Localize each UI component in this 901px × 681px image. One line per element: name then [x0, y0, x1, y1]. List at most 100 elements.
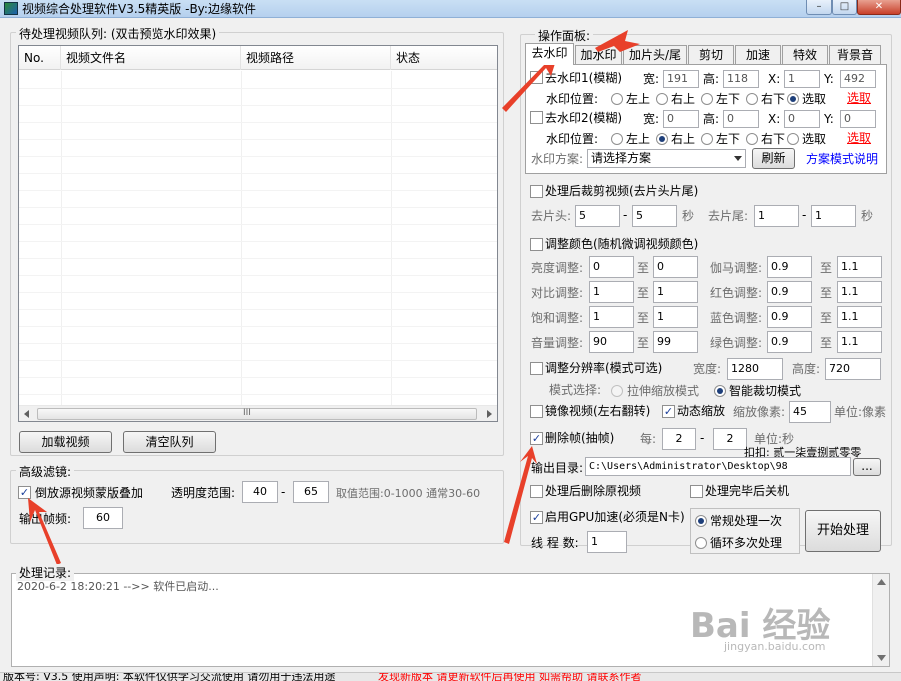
- mode-crop-radio[interactable]: [714, 385, 726, 397]
- browse-button[interactable]: ...: [853, 458, 881, 476]
- color-checkbox[interactable]: [530, 238, 543, 251]
- wm1-pos-bottom-right[interactable]: [746, 93, 758, 105]
- log-scrollbar[interactable]: [872, 574, 889, 666]
- scroll-right-icon[interactable]: [484, 409, 494, 419]
- every-from-input[interactable]: 2: [662, 428, 696, 450]
- color-left-to-input[interactable]: 99: [653, 331, 698, 353]
- col-no[interactable]: No.: [19, 46, 61, 70]
- wm1-h-input[interactable]: 118: [723, 70, 759, 88]
- wm1-pos-top-left[interactable]: [611, 93, 623, 105]
- load-video-button[interactable]: 加载视频: [19, 431, 112, 453]
- fps-input[interactable]: 60: [83, 507, 123, 529]
- minimize-button[interactable]: –: [806, 0, 832, 15]
- col-filename[interactable]: 视频文件名: [61, 46, 241, 70]
- shutdown-checkbox[interactable]: [690, 485, 703, 498]
- wm1-checkbox[interactable]: [530, 71, 543, 84]
- start-button[interactable]: 开始处理: [805, 510, 881, 552]
- color-left-to-input[interactable]: 1: [653, 306, 698, 328]
- wm1-pick-link[interactable]: 选取: [847, 90, 871, 106]
- zoom-pixel-label: 缩放像素:: [733, 405, 786, 419]
- horizontal-scrollbar[interactable]: III: [19, 405, 497, 421]
- trim-checkbox[interactable]: [530, 185, 543, 198]
- tail-from-input[interactable]: 1: [754, 205, 799, 227]
- threads-input[interactable]: 1: [587, 531, 627, 553]
- mode-crop-label: 智能裁切模式: [729, 384, 802, 398]
- res-width-input[interactable]: 1280: [727, 358, 783, 380]
- tab-cut[interactable]: 剪切: [688, 45, 734, 64]
- mode-stretch-radio[interactable]: [611, 385, 623, 397]
- opacity-dash: -: [281, 485, 286, 499]
- wm2-pos-bottom-left[interactable]: [701, 133, 713, 145]
- color-left-from-input[interactable]: 0: [589, 256, 634, 278]
- wm2-x-input[interactable]: 0: [784, 110, 820, 128]
- wm2-checkbox[interactable]: [530, 111, 543, 124]
- wm2-y-input[interactable]: 0: [840, 110, 876, 128]
- tab-add-watermark[interactable]: 加水印: [575, 45, 622, 64]
- res-height-input[interactable]: 720: [825, 358, 881, 380]
- wm2-h-input[interactable]: 0: [723, 110, 759, 128]
- wm2-w-input[interactable]: 0: [663, 110, 699, 128]
- color-left-from-input[interactable]: 1: [589, 281, 634, 303]
- scroll-down-icon[interactable]: [877, 654, 886, 662]
- mode-loop-radio[interactable]: [695, 537, 707, 549]
- wm1-pos-top-right[interactable]: [656, 93, 668, 105]
- color-right-to-input[interactable]: 1.1: [837, 256, 882, 278]
- clear-queue-button[interactable]: 清空队列: [123, 431, 216, 453]
- wm2-pos-top-right[interactable]: [656, 133, 668, 145]
- opacity-to-input[interactable]: 65: [293, 481, 329, 503]
- color-right-to-input[interactable]: 1.1: [837, 281, 882, 303]
- close-button[interactable]: ✕: [857, 0, 901, 15]
- tab-intro-outro[interactable]: 加片头/尾: [623, 45, 687, 64]
- color-left-from-input[interactable]: 90: [589, 331, 634, 353]
- col-path[interactable]: 视频路径: [241, 46, 391, 70]
- col-status[interactable]: 状态: [391, 46, 497, 70]
- opacity-from-input[interactable]: 40: [242, 481, 278, 503]
- color-right-from-input[interactable]: 0.9: [767, 331, 812, 353]
- wm1-pos-bottom-left[interactable]: [701, 93, 713, 105]
- color-left-to-input[interactable]: 1: [653, 281, 698, 303]
- wm2-pick-link[interactable]: 选取: [847, 130, 871, 146]
- tab-effects[interactable]: 特效: [782, 45, 828, 64]
- head-to-input[interactable]: 5: [632, 205, 677, 227]
- color-right-from-input[interactable]: 0.9: [767, 306, 812, 328]
- scroll-thumb[interactable]: III: [37, 408, 477, 420]
- color-left-to-input[interactable]: 0: [653, 256, 698, 278]
- scheme-help-link[interactable]: 方案模式说明: [806, 151, 878, 167]
- delete-source-checkbox[interactable]: [530, 485, 543, 498]
- color-right-from-input[interactable]: 0.9: [767, 281, 812, 303]
- dynamic-zoom-checkbox[interactable]: ✓: [662, 405, 675, 418]
- wm1-pos-custom[interactable]: [787, 93, 799, 105]
- color-right-from-input[interactable]: 0.9: [767, 256, 812, 278]
- every-to-input[interactable]: 2: [713, 428, 747, 450]
- maximize-button[interactable]: □: [832, 0, 857, 15]
- wm1-x-input[interactable]: 1: [784, 70, 820, 88]
- mode-normal-radio[interactable]: [695, 515, 707, 527]
- color-left-from-input[interactable]: 1: [589, 306, 634, 328]
- wm2-pos-top-left[interactable]: [611, 133, 623, 145]
- wm2-pos-bottom-right[interactable]: [746, 133, 758, 145]
- reverse-overlay-checkbox[interactable]: ✓: [18, 486, 31, 499]
- scroll-left-icon[interactable]: [22, 409, 32, 419]
- wm2-pos-custom[interactable]: [787, 133, 799, 145]
- delete-frames-checkbox[interactable]: ✓: [530, 432, 543, 445]
- resolution-checkbox[interactable]: [530, 362, 543, 375]
- wm1-y-input[interactable]: 492: [840, 70, 876, 88]
- chevron-down-icon[interactable]: [734, 156, 742, 162]
- scheme-select[interactable]: 请选择方案: [587, 149, 746, 168]
- color-right-to-input[interactable]: 1.1: [837, 331, 882, 353]
- tab-speed[interactable]: 加速: [735, 45, 781, 64]
- wm1-w-input[interactable]: 191: [663, 70, 699, 88]
- output-path-input[interactable]: C:\Users\Administrator\Desktop\98: [585, 457, 851, 476]
- color-right-to-input[interactable]: 1.1: [837, 306, 882, 328]
- head-from-input[interactable]: 5: [575, 205, 620, 227]
- res-width-label: 宽度:: [693, 362, 722, 376]
- scroll-up-icon[interactable]: [877, 578, 886, 586]
- tab-bgm[interactable]: 背景音: [829, 45, 881, 64]
- zoom-pixel-input[interactable]: 45: [789, 401, 831, 423]
- tab-remove-watermark[interactable]: 去水印: [525, 43, 574, 65]
- video-queue-list[interactable]: No. 视频文件名 视频路径 状态 III: [18, 45, 498, 422]
- gpu-checkbox[interactable]: ✓: [530, 511, 543, 524]
- tail-to-input[interactable]: 1: [811, 205, 856, 227]
- refresh-button[interactable]: 刷新: [752, 148, 795, 169]
- mirror-checkbox[interactable]: [530, 405, 543, 418]
